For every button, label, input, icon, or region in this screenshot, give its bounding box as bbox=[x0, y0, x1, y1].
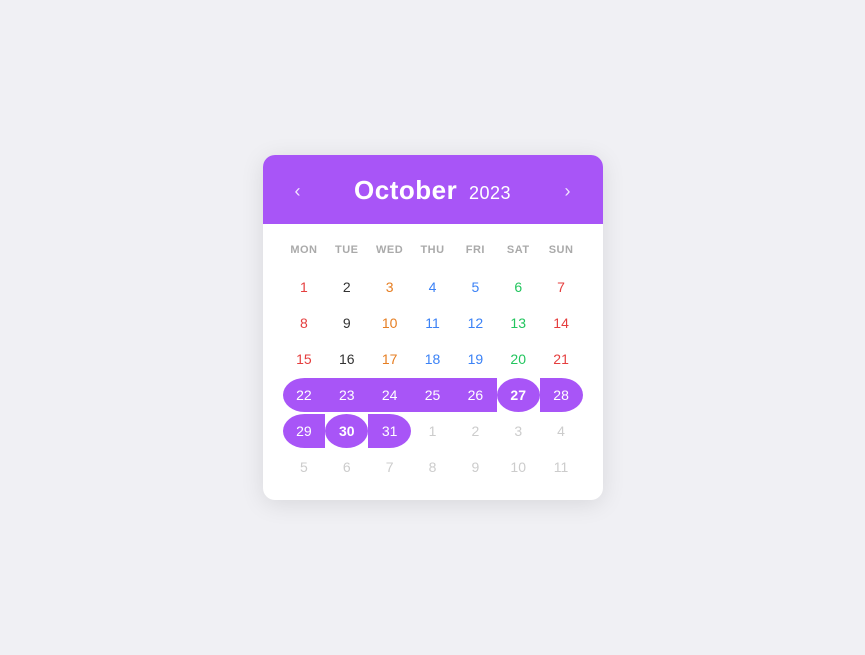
day-cell[interactable]: 30 bbox=[325, 414, 368, 448]
day-cell[interactable]: 13 bbox=[497, 306, 540, 340]
day-cell[interactable]: 3 bbox=[497, 414, 540, 448]
day-cell[interactable]: 17 bbox=[368, 342, 411, 376]
day-cell[interactable]: 14 bbox=[540, 306, 583, 340]
day-cell[interactable]: 2 bbox=[325, 270, 368, 304]
day-cell[interactable]: 1 bbox=[283, 270, 326, 304]
month-label: October bbox=[354, 175, 457, 205]
weekdays-row: MONTUEWEDTHUFRISATSUN bbox=[283, 238, 583, 262]
weekday-label: MON bbox=[283, 238, 326, 262]
day-cell[interactable]: 31 bbox=[368, 414, 411, 448]
day-cell[interactable]: 15 bbox=[283, 342, 326, 376]
weekday-label: SAT bbox=[497, 238, 540, 262]
day-cell[interactable]: 18 bbox=[411, 342, 454, 376]
day-cell[interactable]: 1 bbox=[411, 414, 454, 448]
day-cell[interactable]: 4 bbox=[411, 270, 454, 304]
day-cell[interactable]: 12 bbox=[454, 306, 497, 340]
day-cell[interactable]: 8 bbox=[411, 450, 454, 484]
day-cell[interactable]: 7 bbox=[368, 450, 411, 484]
day-cell[interactable]: 6 bbox=[497, 270, 540, 304]
day-cell[interactable]: 21 bbox=[540, 342, 583, 376]
weekday-label: WED bbox=[368, 238, 411, 262]
day-cell[interactable]: 27 bbox=[497, 378, 540, 412]
day-cell[interactable]: 9 bbox=[454, 450, 497, 484]
day-cell[interactable]: 19 bbox=[454, 342, 497, 376]
prev-month-button[interactable]: ‹ bbox=[287, 178, 309, 204]
day-cell[interactable]: 23 bbox=[325, 378, 368, 412]
day-cell[interactable]: 5 bbox=[283, 450, 326, 484]
day-cell[interactable]: 16 bbox=[325, 342, 368, 376]
weekday-label: FRI bbox=[454, 238, 497, 262]
day-cell[interactable]: 24 bbox=[368, 378, 411, 412]
weekday-label: THU bbox=[411, 238, 454, 262]
day-cell[interactable]: 9 bbox=[325, 306, 368, 340]
calendar-title: October 2023 bbox=[354, 175, 511, 206]
days-grid: 1234567891011121314151617181920212223242… bbox=[283, 270, 583, 484]
day-cell[interactable]: 11 bbox=[411, 306, 454, 340]
day-cell[interactable]: 28 bbox=[540, 378, 583, 412]
calendar-body: MONTUEWEDTHUFRISATSUN 123456789101112131… bbox=[263, 224, 603, 500]
day-cell[interactable]: 4 bbox=[540, 414, 583, 448]
day-cell[interactable]: 2 bbox=[454, 414, 497, 448]
day-cell[interactable]: 25 bbox=[411, 378, 454, 412]
calendar-widget: ‹ October 2023 › MONTUEWEDTHUFRISATSUN 1… bbox=[263, 155, 603, 500]
weekday-label: TUE bbox=[325, 238, 368, 262]
day-cell[interactable]: 8 bbox=[283, 306, 326, 340]
day-cell[interactable]: 20 bbox=[497, 342, 540, 376]
day-cell[interactable]: 29 bbox=[283, 414, 326, 448]
weekday-label: SUN bbox=[540, 238, 583, 262]
next-month-button[interactable]: › bbox=[557, 178, 579, 204]
calendar-header: ‹ October 2023 › bbox=[263, 155, 603, 224]
day-cell[interactable]: 26 bbox=[454, 378, 497, 412]
day-cell[interactable]: 22 bbox=[283, 378, 326, 412]
day-cell[interactable]: 10 bbox=[497, 450, 540, 484]
year-label: 2023 bbox=[469, 183, 511, 203]
day-cell[interactable]: 3 bbox=[368, 270, 411, 304]
day-cell[interactable]: 6 bbox=[325, 450, 368, 484]
day-cell[interactable]: 7 bbox=[540, 270, 583, 304]
day-cell[interactable]: 5 bbox=[454, 270, 497, 304]
day-cell[interactable]: 10 bbox=[368, 306, 411, 340]
day-cell[interactable]: 11 bbox=[540, 450, 583, 484]
